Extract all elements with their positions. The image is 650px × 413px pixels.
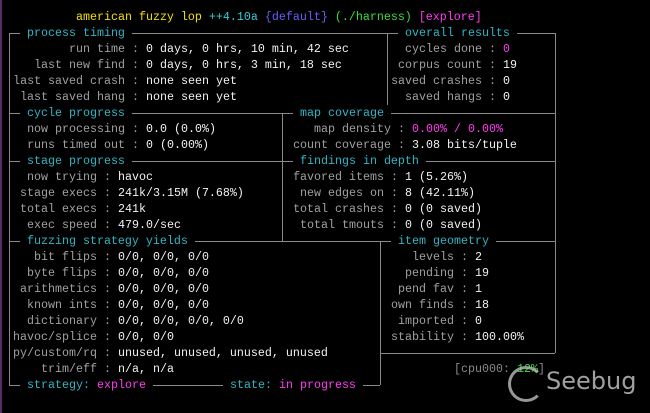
stat-label: new edges on <box>300 186 384 200</box>
border-left <box>9 33 10 385</box>
stat-label: last saved crash <box>13 74 125 88</box>
stat-value-trim-eff: n/a, n/a <box>104 361 174 377</box>
border-divider <box>380 353 555 354</box>
stat-value-saved-crashes: 0 <box>489 73 510 89</box>
stat-label: runs timed out <box>27 138 125 152</box>
title-bar: american fuzzy lop ++4.10a {default} (./… <box>76 9 482 25</box>
section-header-fuzzing-strategy-yields: fuzzing strategy yields <box>20 233 195 249</box>
stat-value-now-processing: 0.0 (0.0%) <box>132 121 216 137</box>
stat-value-known-ints: 0/0, 0/0, 0/0 <box>104 297 209 313</box>
border-divider <box>282 113 283 241</box>
stat-label: saved hangs <box>405 90 482 104</box>
stat-label: dictionary <box>27 314 97 328</box>
stat-value-pend-fav: 1 <box>461 281 482 297</box>
stat-value-stage-execs: 241k/3.15M (7.68%) <box>104 185 244 201</box>
stat-label: exec speed <box>27 218 97 232</box>
stat-label: total execs <box>20 202 97 216</box>
state-indicator: state: in progress <box>223 377 363 393</box>
stat-label: bit flips <box>34 250 97 264</box>
state-label: state: <box>230 378 272 392</box>
instance-name: {default} <box>264 10 328 24</box>
stat-label: stability <box>391 330 454 344</box>
stat-value-now-trying: havoc <box>104 169 153 185</box>
stat-label: now processing <box>27 122 125 136</box>
stat-value-cycles-done: 0 <box>489 41 510 57</box>
stat-value-stability: 100.00% <box>461 329 524 345</box>
stat-label: py/custom/rq <box>13 346 97 360</box>
stat-label: pend fav <box>398 282 454 296</box>
stat-value-havoc-splice: 0/0, 0/0 <box>104 329 174 345</box>
stat-value-count-coverage: 3.08 bits/tuple <box>398 137 517 153</box>
stat-label: last new find <box>34 58 125 72</box>
strategy-value: explore <box>96 378 146 392</box>
stat-label: run time <box>69 42 125 56</box>
stat-label: map density <box>314 122 391 136</box>
stat-value-byte-flips: 0/0, 0/0, 0/0 <box>104 265 209 281</box>
stat-value-run-time: 0 days, 0 hrs, 10 min, 42 sec <box>132 41 349 57</box>
stat-value-last-new-find: 0 days, 0 hrs, 3 min, 18 sec <box>132 57 342 73</box>
stat-value-own-finds: 18 <box>461 297 489 313</box>
border-divider <box>387 33 388 113</box>
stat-label: last saved hang <box>20 90 125 104</box>
stat-label: byte flips <box>27 266 97 280</box>
target-binary: (./harness) <box>334 10 412 24</box>
stat-label: levels <box>412 250 454 264</box>
stat-label: cycles done <box>405 42 482 56</box>
state-value: in progress <box>278 378 356 392</box>
seebug-watermark: Seebug <box>508 362 648 402</box>
app-version: ++4.10a <box>208 10 258 24</box>
stat-value-favored-items: 1 (5.26%) <box>391 169 468 185</box>
stat-value-total-execs: 241k <box>104 201 146 217</box>
border-right <box>555 33 556 353</box>
section-header-process-timing: process timing <box>20 25 132 41</box>
stat-label: known ints <box>27 298 97 312</box>
section-header-item-geometry: item geometry <box>391 233 496 249</box>
stat-label: havoc/splice <box>13 330 97 344</box>
stat-label: favored items <box>293 170 384 184</box>
stat-label: own finds <box>391 298 454 312</box>
stat-value-saved-hangs: 0 <box>489 89 510 105</box>
stat-value-exec-speed: 479.0/sec <box>104 217 181 233</box>
stat-value-new-edges-on: 8 (42.11%) <box>391 185 475 201</box>
border-divider <box>380 241 381 385</box>
stat-label: total tmouts <box>300 218 384 232</box>
stat-value-last-saved-hang: none seen yet <box>132 89 237 105</box>
app-name: american fuzzy lop <box>76 10 202 24</box>
stat-value-map-density: 0.00% / 0.00% <box>398 121 503 137</box>
stat-label: now trying <box>27 170 97 184</box>
seebug-logo-icon <box>508 366 544 402</box>
stat-value-levels: 2 <box>461 249 482 265</box>
stat-value-pending: 19 <box>461 265 489 281</box>
stat-value-arithmetics: 0/0, 0/0, 0/0 <box>104 281 209 297</box>
section-header-stage-progress: stage progress <box>20 153 132 169</box>
stat-value-total-crashes: 0 (0 saved) <box>391 201 482 217</box>
stat-value-last-saved-crash: none seen yet <box>132 73 237 89</box>
strategy-indicator: strategy: explore <box>20 377 153 393</box>
stat-value-imported: 0 <box>461 313 482 329</box>
stat-label: pending <box>405 266 454 280</box>
stat-label: trim/eff <box>41 362 97 376</box>
power-schedule: [explore] <box>418 10 482 24</box>
window-edge <box>0 0 2 413</box>
stat-label: corpus count <box>398 58 482 72</box>
watermark-text: Seebug <box>546 367 637 395</box>
stat-value-dictionary: 0/0, 0/0, 0/0, 0/0 <box>104 313 244 329</box>
strategy-label: strategy: <box>27 378 90 392</box>
stat-value-runs-timed-out: 0 (0.00%) <box>132 137 209 153</box>
stat-label: imported <box>398 314 454 328</box>
stat-value-py-custom-rq: unused, unused, unused, unused <box>104 345 328 361</box>
section-header-findings-in-depth: findings in depth <box>293 153 426 169</box>
stat-label: total crashes <box>293 202 384 216</box>
section-header-map-coverage: map coverage <box>293 105 391 121</box>
stat-label: saved crashes <box>391 74 482 88</box>
stat-label: arithmetics <box>20 282 97 296</box>
stat-label: count coverage <box>293 138 391 152</box>
section-header-overall-results: overall results <box>398 25 517 41</box>
cpu-label: [cpu000: <box>454 362 510 376</box>
stat-label: stage execs <box>20 186 97 200</box>
stat-value-total-tmouts: 0 (0 saved) <box>391 217 482 233</box>
stat-value-bit-flips: 0/0, 0/0, 0/0 <box>104 249 209 265</box>
stat-value-corpus-count: 19 <box>489 57 517 73</box>
section-header-cycle-progress: cycle progress <box>20 105 132 121</box>
